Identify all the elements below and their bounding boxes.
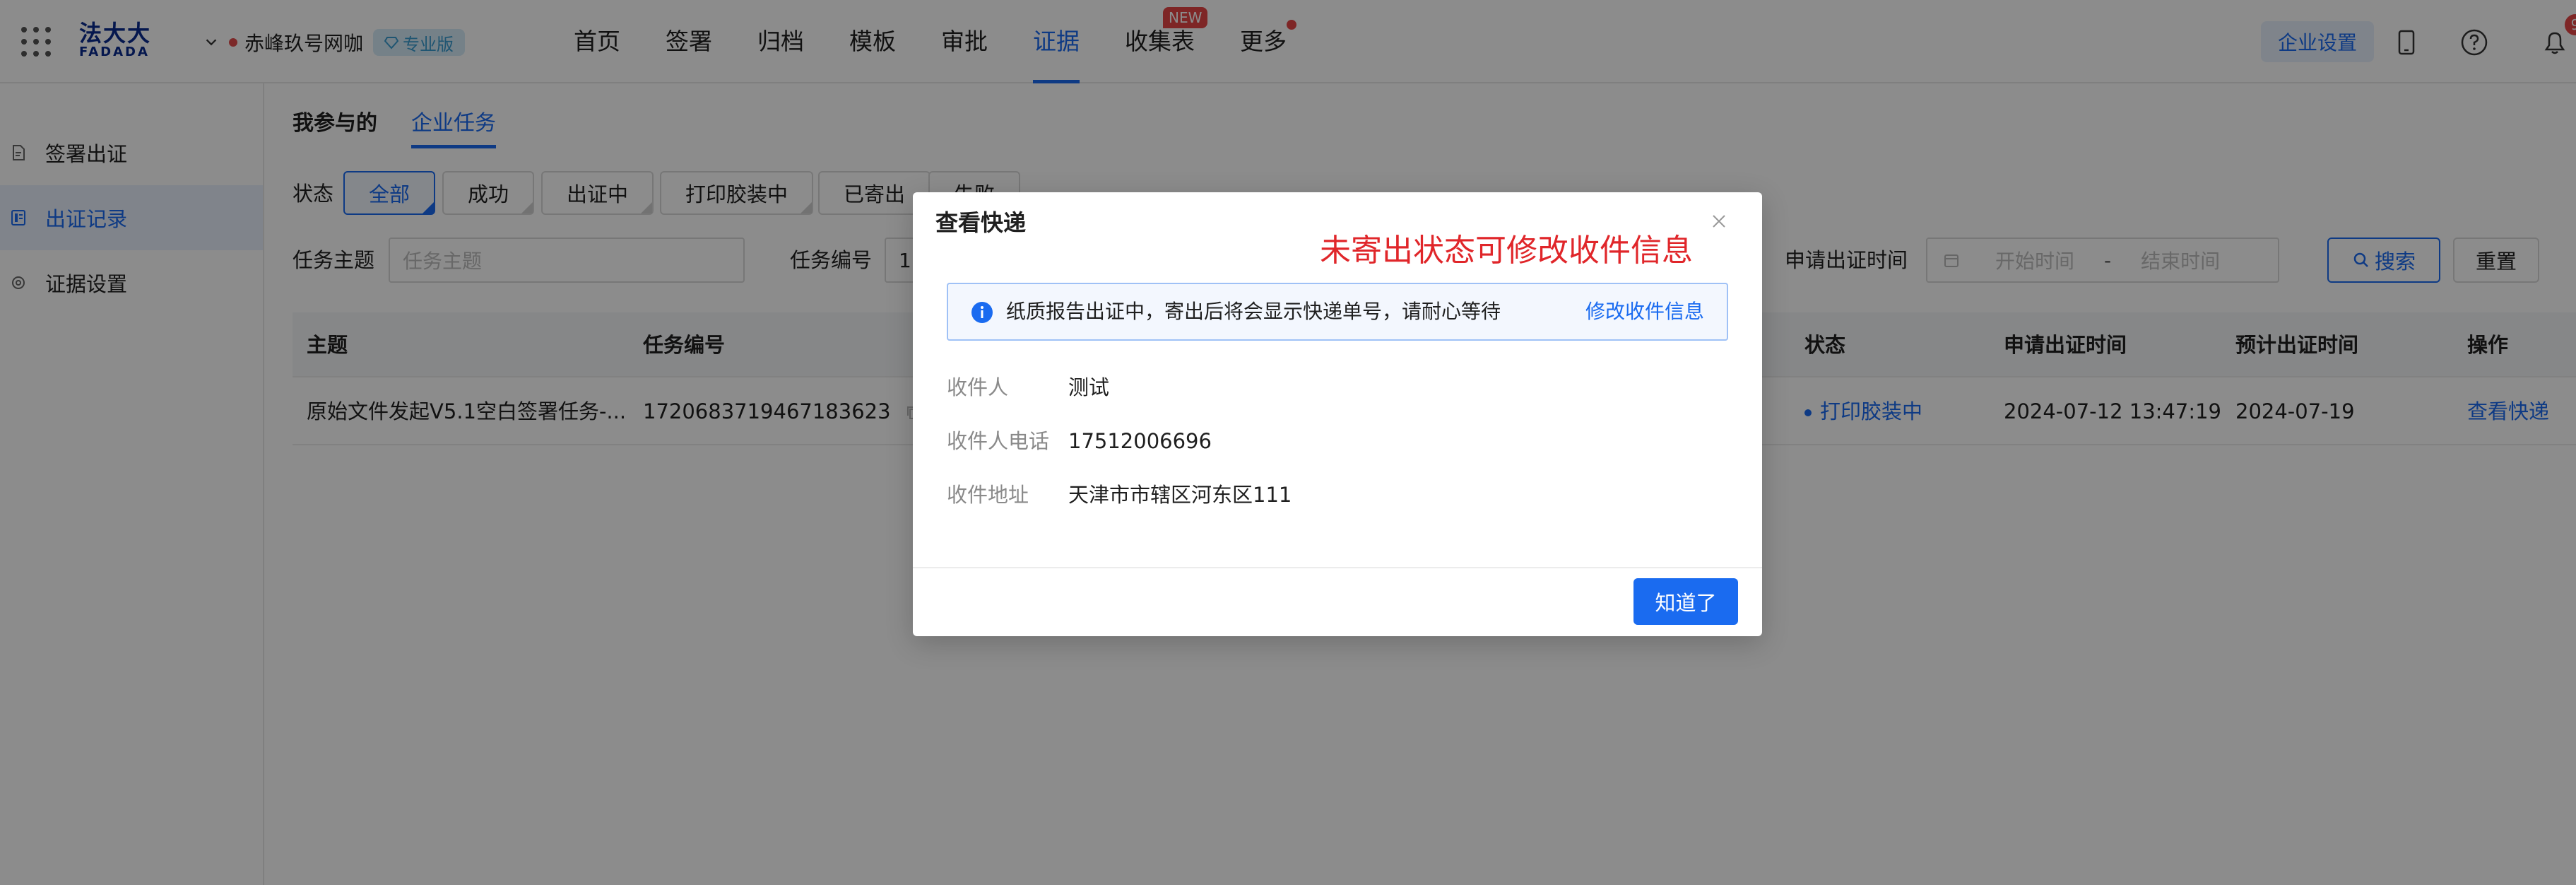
view-express-modal: 查看快递 未寄出状态可修改收件信息 纸质报告出证中，寄出后将会显示快递单号，请耐… xyxy=(913,192,1762,636)
modal-footer-divider xyxy=(913,567,1762,568)
info-icon xyxy=(971,302,993,323)
info-alert: 纸质报告出证中，寄出后将会显示快递单号，请耐心等待 修改收件信息 xyxy=(947,283,1728,341)
edit-recipient-link[interactable]: 修改收件信息 xyxy=(1585,284,1704,339)
recipient-value: 测试 xyxy=(1068,375,1110,399)
recipient-label: 收件人 xyxy=(947,375,1009,399)
acknowledge-button[interactable]: 知道了 xyxy=(1633,578,1738,625)
recipient-phone-label: 收件人电话 xyxy=(947,429,1050,453)
modal-title: 查看快递 xyxy=(935,209,1027,236)
info-alert-text: 纸质报告出证中，寄出后将会显示快递单号，请耐心等待 xyxy=(1006,300,1501,323)
recipient-phone-value: 17512006696 xyxy=(1068,429,1212,453)
recipient-address-label: 收件地址 xyxy=(947,483,1029,507)
annotation-text: 未寄出状态可修改收件信息 xyxy=(1320,233,1693,269)
close-icon[interactable] xyxy=(1707,209,1731,233)
recipient-address-value: 天津市市辖区河东区111 xyxy=(1068,483,1292,507)
